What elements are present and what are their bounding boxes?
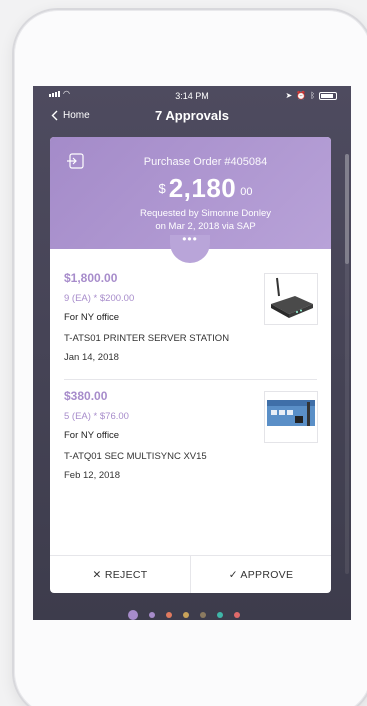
- scrollbar[interactable]: [345, 154, 349, 574]
- alarm-icon: ⏰: [296, 91, 307, 100]
- approval-card: Purchase Order #405084 $2,180 00 Requeste…: [50, 137, 331, 593]
- amount-cents: 00: [240, 186, 253, 198]
- bluetooth-icon: ᛒ: [310, 91, 315, 100]
- product-image-printer-server: [264, 273, 318, 325]
- item-divider: [64, 379, 317, 380]
- router-device-icon: [271, 277, 313, 318]
- network-switch-icon: [267, 400, 315, 426]
- item-sku: T-ATQ01 SEC MULTISYNC XV15: [64, 451, 207, 462]
- app-screen: ◠ 3:14 PM ➤ ⏰ ᛒ Home 7 Approvals Purchas…: [33, 86, 351, 620]
- item-date: Jan 14, 2018: [64, 352, 119, 363]
- page-dot[interactable]: [148, 612, 155, 618]
- page-dot[interactable]: [182, 612, 189, 618]
- page-title: 7 Approvals: [155, 108, 229, 123]
- location-icon: ➤: [285, 91, 293, 100]
- item-date: Feb 12, 2018: [64, 470, 120, 481]
- requested-date: on Mar 2, 2018 via SAP: [155, 221, 256, 232]
- more-button[interactable]: •••: [170, 233, 210, 263]
- line-item[interactable]: $380.00 5 (EA) * $76.00 For NY office T-…: [64, 389, 318, 481]
- page-indicator: [0, 610, 367, 620]
- product-image-multisync: [264, 391, 318, 443]
- nav-bar: Home 7 Approvals: [33, 106, 351, 130]
- reject-button[interactable]: ✕ REJECT: [50, 556, 190, 593]
- page-dot[interactable]: [165, 612, 172, 618]
- requested-by: Requested by Simonne Donley: [140, 208, 271, 219]
- page-dot[interactable]: [233, 612, 240, 618]
- page-dot[interactable]: [216, 612, 223, 618]
- amount-currency: $: [158, 181, 166, 196]
- status-icons: ➤ ⏰ ᛒ: [286, 91, 337, 100]
- line-item[interactable]: $1,800.00 9 (EA) * $200.00 For NY office…: [64, 271, 318, 363]
- action-bar: ✕ REJECT ✓ APPROVE: [50, 555, 331, 593]
- item-sku: T-ATS01 PRINTER SERVER STATION: [64, 333, 230, 344]
- page-dot[interactable]: [199, 612, 206, 618]
- scrollbar-thumb[interactable]: [345, 154, 349, 264]
- amount-main: 2,180: [168, 173, 237, 203]
- page-dot[interactable]: [127, 610, 138, 620]
- order-title: Purchase Order #405084: [143, 156, 268, 168]
- battery-icon: [319, 91, 337, 100]
- order-amount: $2,180 00: [50, 173, 331, 204]
- approve-button[interactable]: ✓ APPROVE: [191, 556, 331, 593]
- status-bar: ◠ 3:14 PM ➤ ⏰ ᛒ: [33, 86, 351, 106]
